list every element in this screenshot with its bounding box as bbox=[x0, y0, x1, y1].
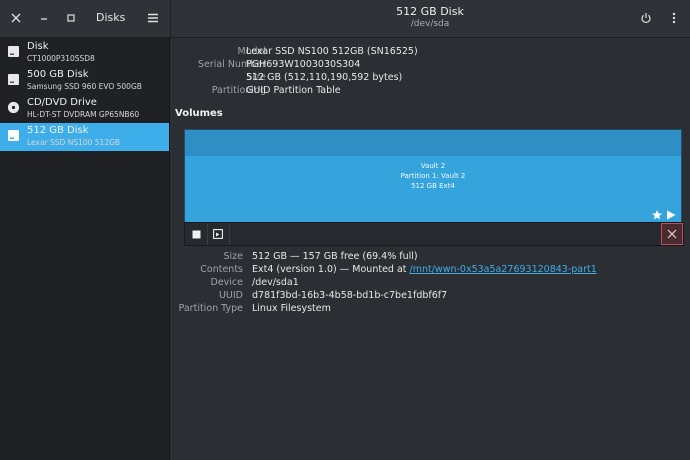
close-icon bbox=[11, 13, 21, 23]
disk-model: CT1000P310SSD8 bbox=[27, 54, 95, 63]
window-title: 512 GB Disk bbox=[396, 5, 464, 18]
serial-value: PGH693W1003030S304 bbox=[246, 59, 361, 70]
partitioning-value: GUID Partition Table bbox=[246, 85, 341, 96]
size-value: 512 GB (512,110,190,592 bytes) bbox=[246, 72, 403, 83]
drive-icon bbox=[8, 130, 19, 141]
partition-size-label: Size bbox=[223, 251, 243, 262]
disk-name: CD/DVD Drive bbox=[27, 97, 97, 108]
sidebar-title: Disks bbox=[96, 11, 126, 24]
disk-model: HL-DT-ST DVDRAM GP65NB60 bbox=[27, 110, 140, 119]
star-icon bbox=[652, 210, 662, 220]
maximize-icon bbox=[67, 14, 75, 22]
drive-icon bbox=[8, 46, 19, 57]
optical-disc-icon bbox=[7, 101, 20, 114]
delete-x-icon bbox=[667, 229, 677, 239]
volumes-heading: Volumes bbox=[175, 108, 223, 119]
disk-list-item-selected[interactable]: 512 GB Disk Lexar SSD NS100 512GB bbox=[0, 123, 169, 151]
disk-details: Model Lexar SSD NS100 512GB (SN16525) Se… bbox=[170, 38, 690, 460]
disk-list-item[interactable]: 500 GB Disk Samsung SSD 960 EVO 500GB bbox=[0, 67, 169, 95]
disk-list-item[interactable]: Disk CT1000P310SSD8 bbox=[0, 39, 169, 67]
minimize-window-button[interactable] bbox=[33, 7, 55, 29]
hamburger-menu-icon bbox=[148, 13, 158, 23]
volume-toolbar bbox=[184, 222, 684, 246]
uuid-label: UUID bbox=[218, 290, 243, 301]
disk-name: Disk bbox=[27, 41, 49, 52]
drive-icon bbox=[8, 74, 19, 85]
partition-segment-label: Partition 1: Vault 2 bbox=[400, 172, 466, 180]
mount-point-link[interactable]: /mnt/wwn-0x53a5a27693120843-part1 bbox=[410, 264, 597, 275]
partition-segment-size: 512 GB Ext4 bbox=[411, 182, 455, 190]
unmount-button[interactable] bbox=[185, 223, 208, 245]
uuid-value: d781f3bd-16b3-4b58-bd1b-c7be1fdbf6f7 bbox=[252, 290, 448, 301]
disk-menu-button[interactable] bbox=[663, 7, 685, 29]
disk-model: Samsung SSD 960 EVO 500GB bbox=[27, 82, 142, 91]
disk-name: 512 GB Disk bbox=[27, 125, 89, 136]
contents-text: Ext4 (version 1.0) — Mounted at bbox=[252, 264, 410, 275]
delete-partition-button[interactable] bbox=[661, 223, 683, 245]
close-window-button[interactable] bbox=[5, 7, 27, 29]
power-off-button[interactable] bbox=[635, 7, 657, 29]
contents-value: Ext4 (version 1.0) — Mounted at /mnt/wwn… bbox=[252, 264, 597, 275]
partition-size-value: 512 GB — 157 GB free (69.4% full) bbox=[252, 251, 418, 262]
partition-segment-name: Vault 2 bbox=[420, 162, 446, 170]
main-menu-button[interactable] bbox=[142, 7, 164, 29]
partition-segment[interactable]: Vault 2 Partition 1: Vault 2 512 GB Ext4 bbox=[185, 156, 681, 222]
header-bar: Disks 512 GB Disk /dev/sda bbox=[0, 0, 690, 38]
stop-icon bbox=[192, 230, 200, 238]
device-value: /dev/sda1 bbox=[252, 277, 299, 288]
device-label: Device bbox=[210, 277, 244, 288]
partition-type-value: Linux Filesystem bbox=[252, 303, 331, 314]
model-value: Lexar SSD NS100 512GB (SN16525) bbox=[246, 46, 418, 57]
maximize-window-button[interactable] bbox=[60, 7, 82, 29]
vertical-dots-icon bbox=[672, 12, 676, 24]
settings-window-icon bbox=[213, 229, 223, 239]
disk-list-item[interactable]: CD/DVD Drive HL-DT-ST DVDRAM GP65NB60 bbox=[0, 95, 169, 123]
volume-container-bar[interactable] bbox=[185, 130, 681, 156]
power-icon bbox=[641, 13, 651, 23]
disk-name: 500 GB Disk bbox=[27, 69, 89, 80]
minimize-icon bbox=[41, 18, 47, 20]
partition-type-label: Partition Type bbox=[178, 303, 243, 314]
mounted-play-icon bbox=[667, 210, 676, 220]
contents-label: Contents bbox=[200, 264, 243, 275]
disk-model: Lexar SSD NS100 512GB bbox=[27, 138, 121, 147]
partition-options-button[interactable] bbox=[207, 223, 230, 245]
disk-list: Disk CT1000P310SSD8 500 GB Disk Samsung … bbox=[0, 38, 170, 460]
sidebar-header: Disks bbox=[0, 0, 171, 37]
window-subtitle: /dev/sda bbox=[410, 19, 450, 29]
volume-map: Vault 2 Partition 1: Vault 2 512 GB Ext4 bbox=[184, 129, 682, 223]
